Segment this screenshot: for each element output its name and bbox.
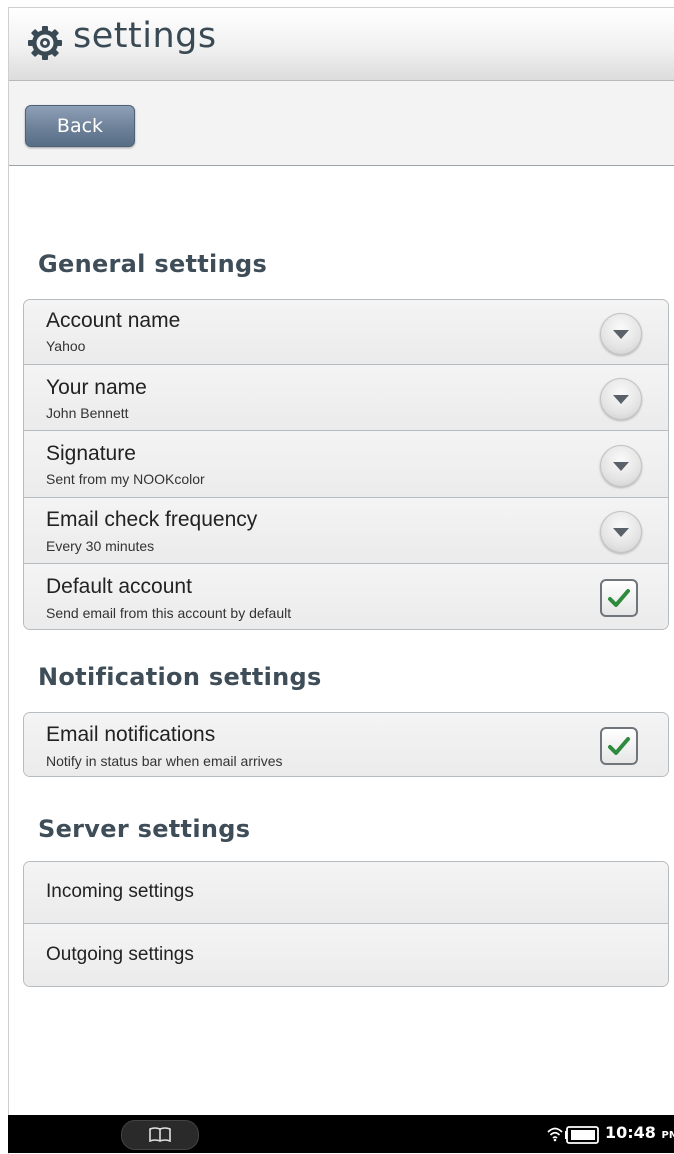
setting-row-your-name[interactable]: Your name John Bennett [24,365,668,431]
clock-time: 10:48 [605,1123,656,1142]
row-subtitle: Send email from this account by default [46,605,292,621]
row-title: Email notifications [46,723,216,746]
checkmark-icon [608,737,630,755]
setting-row-account-name[interactable]: Account name Yahoo [24,300,668,365]
server-settings-group: Incoming settings Outgoing settings [23,861,669,987]
setting-row-email-notifications[interactable]: Email notifications Notify in status bar… [24,713,668,776]
row-subtitle: Every 30 minutes [46,538,155,554]
row-subtitle: Sent from my NOOKcolor [46,471,205,487]
status-clock: 10:48 PM [605,1123,674,1142]
toolbar: Back [9,81,674,166]
your-name-dropdown-button[interactable] [600,378,642,420]
default-account-checkbox[interactable] [600,579,638,617]
row-title: Your name [46,376,147,399]
gear-icon [28,26,62,60]
account-name-dropdown-button[interactable] [600,313,642,355]
email-check-frequency-dropdown-button[interactable] [600,511,642,553]
notification-settings-group: Email notifications Notify in status bar… [23,712,669,777]
signature-dropdown-button[interactable] [600,445,642,487]
server-settings-heading: Server settings [38,815,251,843]
email-notifications-checkbox[interactable] [600,727,638,765]
setting-row-outgoing-settings[interactable]: Outgoing settings [24,924,668,986]
battery-icon [565,1126,599,1144]
row-title: Default account [46,575,192,598]
row-title: Signature [46,442,136,465]
row-title: Outgoing settings [46,944,194,965]
row-subtitle: Yahoo [46,338,86,354]
system-status-bar: 10:48 PM [8,1115,674,1153]
row-title: Account name [46,309,181,332]
setting-row-email-check-frequency[interactable]: Email check frequency Every 30 minutes [24,498,668,564]
library-button[interactable] [121,1120,199,1150]
general-settings-group: Account name Yahoo Your name John Bennet… [23,299,669,630]
setting-row-signature[interactable]: Signature Sent from my NOOKcolor [24,431,668,498]
general-settings-heading: General settings [38,250,268,278]
row-title: Incoming settings [46,881,194,902]
checkmark-icon [608,589,630,607]
chevron-down-icon [613,395,629,404]
row-subtitle: John Bennett [46,405,129,421]
back-button[interactable]: Back [25,105,135,147]
wifi-icon [547,1127,563,1142]
chevron-down-icon [613,528,629,537]
title-bar: settings [9,8,674,81]
app-window: settings Back General settings Account n… [8,7,674,1154]
book-icon [149,1127,171,1143]
setting-row-incoming-settings[interactable]: Incoming settings [24,862,668,924]
row-title: Email check frequency [46,508,258,531]
clock-ampm: PM [661,1130,674,1141]
setting-row-default-account[interactable]: Default account Send email from this acc… [24,564,668,629]
settings-content: General settings Account name Yahoo Your… [9,166,674,1116]
chevron-down-icon [613,330,629,339]
row-subtitle: Notify in status bar when email arrives [46,753,283,769]
notification-settings-heading: Notification settings [38,663,322,691]
page-title: settings [73,16,217,56]
chevron-down-icon [613,462,629,471]
